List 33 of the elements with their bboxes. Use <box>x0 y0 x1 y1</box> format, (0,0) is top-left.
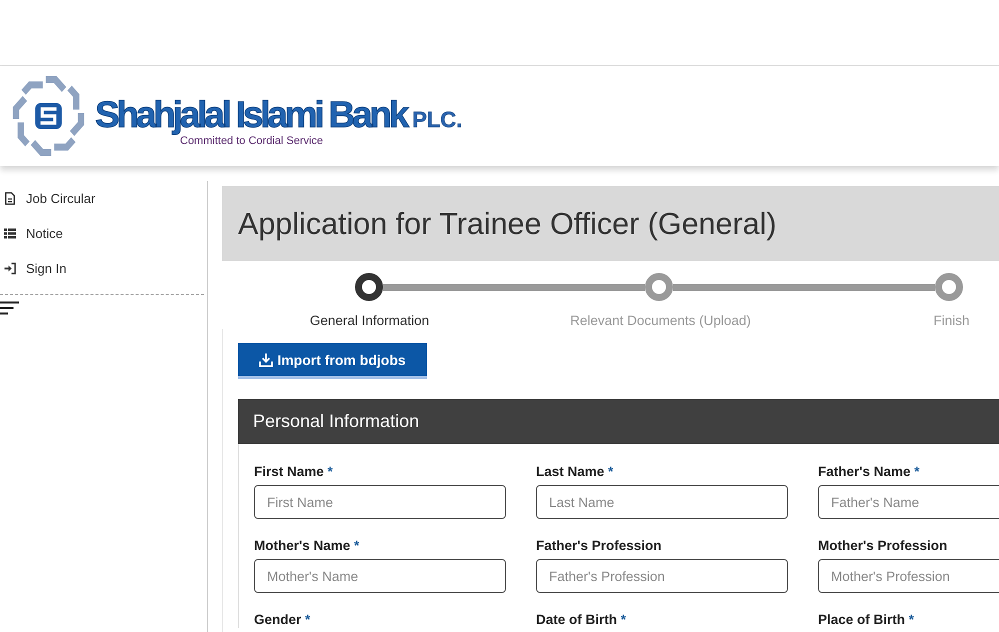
step-label: Finish <box>933 312 970 329</box>
step-label: Relevant Documents (Upload) <box>570 312 751 329</box>
menu-icon[interactable] <box>0 301 19 315</box>
page-title: Application for Trainee Officer (General) <box>238 206 777 242</box>
text-field[interactable]: Father's Name <box>818 485 999 519</box>
text-field[interactable]: Mother's Profession <box>818 559 999 593</box>
field-label: Father's Profession <box>536 537 662 554</box>
sidebar-item[interactable]: Notice <box>0 216 69 251</box>
field-label: Last Name * <box>536 463 614 480</box>
import-button[interactable]: Import from bdjobs <box>238 343 427 379</box>
text-field[interactable]: Father's Profession <box>536 559 788 593</box>
sidebar-item[interactable]: Sign In <box>0 251 72 286</box>
field-label: Mother's Name * <box>254 537 360 554</box>
logo-emblem-icon <box>12 75 85 157</box>
bank-name: Shahjalal Islami Bank <box>95 95 406 135</box>
text-field[interactable]: First Name <box>254 485 506 519</box>
document-icon <box>4 192 16 205</box>
text-field[interactable]: Last Name <box>536 485 788 519</box>
download-icon <box>259 352 274 366</box>
sign-in-icon <box>4 262 16 275</box>
field-label: Father's Name * <box>818 463 920 480</box>
step-label: General Information <box>310 312 430 329</box>
field-label: Gender * <box>254 611 310 628</box>
bank-name-suffix: PLC. <box>412 108 462 132</box>
logo-tagline: Committed to Cordial Service <box>180 135 324 148</box>
field-label: Mother's Profession <box>818 537 948 554</box>
field-label: Date of Birth * <box>536 611 626 628</box>
list-icon <box>4 227 16 240</box>
field-label: Place of Birth * <box>818 611 914 628</box>
sidebar-item[interactable]: Job Circular <box>0 181 102 216</box>
section-header: Personal Information <box>238 399 999 444</box>
text-field[interactable]: Mother's Name <box>254 559 506 593</box>
field-label: First Name * <box>254 463 333 480</box>
